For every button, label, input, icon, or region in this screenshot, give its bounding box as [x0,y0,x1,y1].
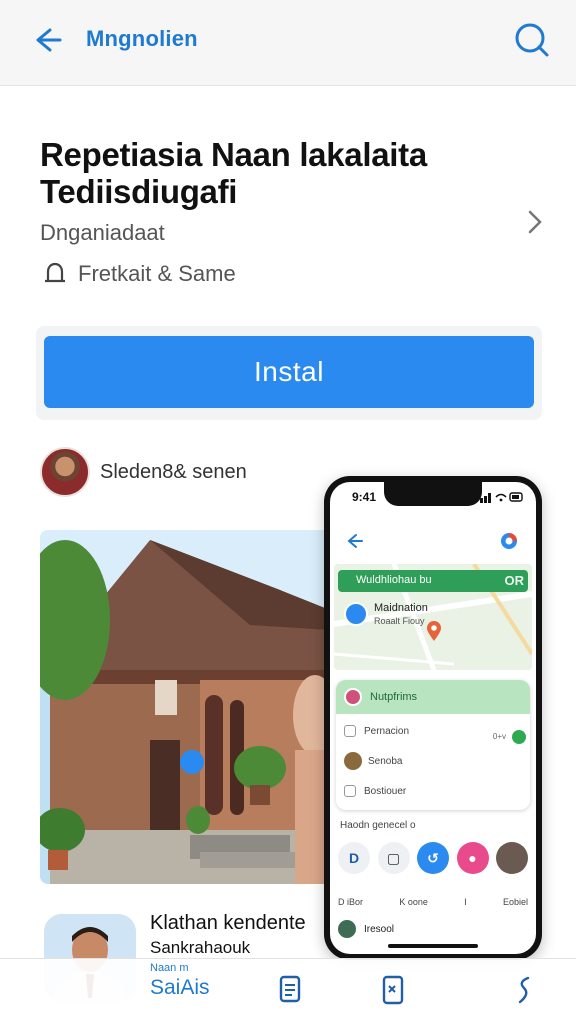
tab-item[interactable]: K oone [399,897,428,907]
location-icon [344,602,368,626]
phone-mockup: 9:41 Wuldhliohau bu OR Maidnation Roaalt… [324,476,542,960]
screenshot-house-image[interactable] [40,530,330,884]
author-name: Sleden8& senen [100,460,247,483]
nav-label[interactable]: SaiAis [150,976,210,1000]
page-title: Mngnolien [86,26,198,51]
message-icon[interactable]: ● [456,842,489,874]
tablet-icon[interactable] [378,974,408,1006]
list-item[interactable]: Senoba [344,750,402,772]
row-check-label: 0+v [492,732,506,741]
map-search-tag: OR [504,573,525,588]
tab-item[interactable]: I [464,897,467,907]
top-app-bar: Mngnolien [0,0,576,86]
phone-time: 9:41 [352,490,377,504]
developer-name[interactable]: Dnganiadaat [40,220,165,246]
home-indicator [388,944,478,948]
document-icon[interactable] [276,974,306,1006]
nav-label-top: Naan m [150,962,189,974]
rating-text: Fretkait & Same [78,261,236,286]
phone-tabs: D iBor K oone I Eobiel [338,892,528,912]
list-item-label: Iresool [364,923,395,935]
swirl-icon[interactable] [510,974,540,1006]
status-icons [480,492,523,503]
avatar[interactable] [496,842,528,874]
action-buttons: D ▢ ↺ ● [338,840,528,876]
location-subtitle: Roaalt Fiouy [374,616,425,626]
author-row[interactable]: Sleden8& senen [40,446,247,498]
install-container: Instal [36,326,542,420]
list-item-label: Pernacion [364,725,410,737]
app-title: Repetiasia Naan lakalaita Tediisdiugafi [40,136,427,210]
rating-row: Fretkait & Same [40,258,236,290]
avatar [338,920,356,938]
card-title: Nutpfrims [370,691,418,703]
card-icon [344,688,362,706]
list-item[interactable]: Bostiouer [344,780,406,802]
checkbox-icon [344,785,356,797]
list-item-label: Bostiouer [364,785,407,797]
install-button[interactable]: Instal [44,336,534,408]
map-pin-icon [427,621,441,641]
app-logo-icon [501,533,517,549]
phone-back-icon[interactable] [344,532,364,550]
section-label: Haodn genecel o [340,820,416,831]
search-icon[interactable] [512,20,552,60]
avatar [40,447,90,497]
house-illustration [40,530,330,884]
tab-item[interactable]: D iBor [338,897,363,907]
route-icon[interactable]: D [338,842,370,874]
avatar [344,752,362,770]
chevron-right-icon[interactable] [522,206,546,238]
checkbox-icon [344,725,356,737]
back-arrow-icon[interactable] [28,22,64,58]
card-header: Nutpfrims [336,680,530,714]
bell-icon [45,262,65,283]
call-icon[interactable]: ↺ [417,842,449,874]
tab-item[interactable]: Eobiel [503,897,528,907]
list-item-label: Senoba [368,755,403,767]
location-title: Maidnation [374,602,428,614]
reviewer-name: Klathan kendente [150,912,306,934]
options-card: Nutpfrims Pernacion Senoba Bostiouer [336,680,530,810]
phone-notch [384,482,482,506]
list-item[interactable]: Iresool [338,918,528,940]
note-icon[interactable]: ▢ [377,842,410,874]
check-icon[interactable] [512,730,526,744]
map-search-text: Wuldhliohau bu [356,574,432,586]
reviewer-subtitle: Sankrahaouk [150,938,251,957]
list-item[interactable]: Pernacion [344,720,409,742]
phone-screen: 9:41 Wuldhliohau bu OR Maidnation Roaalt… [330,482,536,954]
